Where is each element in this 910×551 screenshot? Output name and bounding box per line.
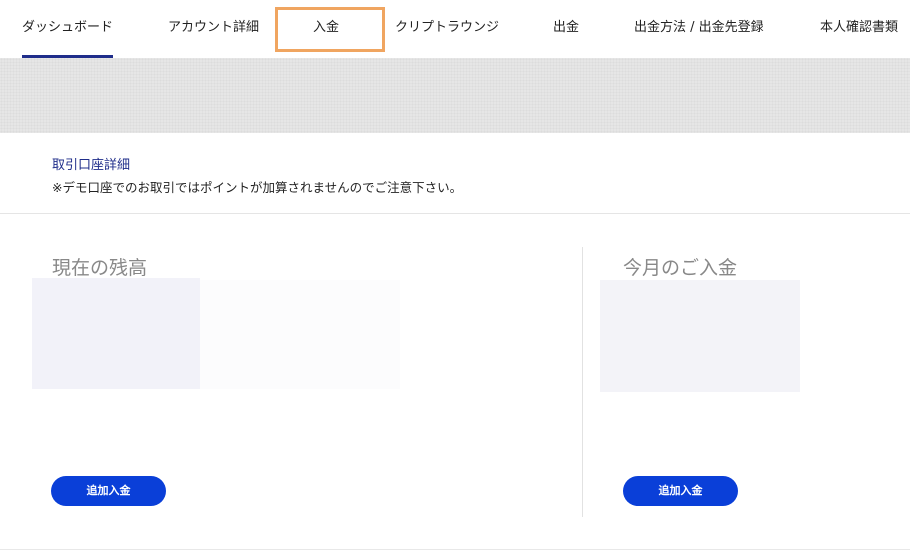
additional-deposit-button[interactable]: 追加入金 xyxy=(51,476,166,506)
bottom-divider xyxy=(0,549,910,550)
deposit-tab-highlight xyxy=(275,7,385,52)
additional-deposit-button-monthly[interactable]: 追加入金 xyxy=(623,476,738,506)
tab-crypto-lounge[interactable]: クリプトラウンジ xyxy=(395,0,499,58)
balance-redacted-block xyxy=(32,278,200,389)
monthly-redacted-block xyxy=(600,280,800,392)
trading-account-details-link[interactable]: 取引口座詳細 xyxy=(52,154,130,173)
tab-identity-documents[interactable]: 本人確認書類 xyxy=(820,0,898,58)
section-divider xyxy=(0,213,910,214)
tab-withdrawal-method[interactable]: 出金方法 / 出金先登録 xyxy=(634,0,764,58)
tab-withdrawal[interactable]: 出金 xyxy=(553,0,579,58)
current-balance-title: 現在の残高 xyxy=(52,257,148,279)
top-nav: ダッシュボード アカウント詳細 入金 クリプトラウンジ 出金 出金方法 / 出金… xyxy=(0,0,910,58)
monthly-deposit-title: 今月のご入金 xyxy=(623,257,738,279)
banner xyxy=(0,58,910,133)
demo-account-notice: ※デモ口座でのお取引ではポイントが加算されませんのでご注意下さい。 xyxy=(52,180,463,195)
panel-separator xyxy=(582,247,583,517)
balance-redacted-block-secondary xyxy=(200,280,400,389)
tab-account-details[interactable]: アカウント詳細 xyxy=(168,0,259,58)
tab-dashboard[interactable]: ダッシュボード xyxy=(22,0,114,58)
